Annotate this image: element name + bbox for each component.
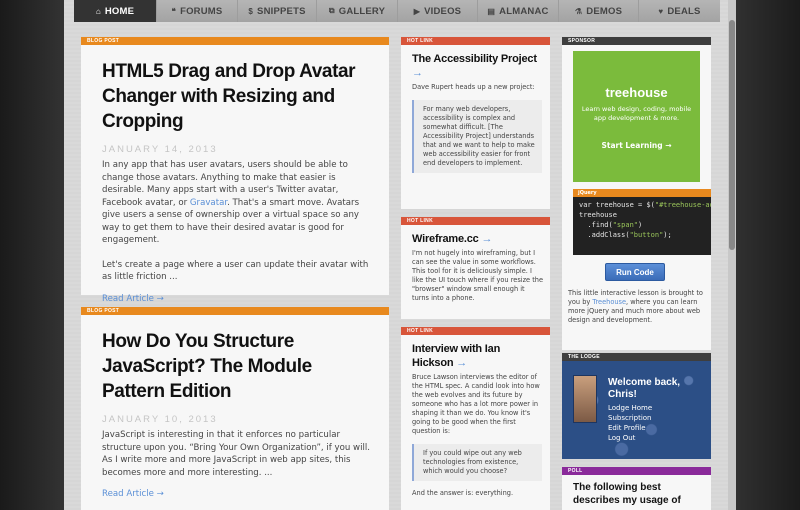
poll-question: The following best describes my usage of: [573, 482, 681, 506]
nav-snippets[interactable]: $ Snippets: [238, 0, 317, 22]
treehouse-ad[interactable]: treehouse Learn web design, coding, mobi…: [573, 51, 700, 182]
code-sample: jQuery var treehouse = $("#treehouse-ad"…: [573, 189, 711, 255]
sponsor-card: Sponsor treehouse Learn web design, codi…: [562, 37, 711, 350]
post-excerpt: JavaScript is interesting in that it enf…: [81, 425, 389, 479]
snippets-icon: $: [248, 6, 254, 16]
start-learning-link[interactable]: Start Learning →: [573, 141, 700, 150]
nav-label: Snippets: [257, 5, 306, 17]
run-code-button[interactable]: Run Code: [605, 263, 665, 281]
hot-link-label: Hot Link: [401, 327, 550, 335]
nav-home[interactable]: ⌂ Home: [74, 0, 157, 22]
subscription-link[interactable]: Subscription: [608, 413, 652, 423]
almanac-icon: ▤: [487, 6, 496, 16]
window-bezel-left: [0, 0, 64, 510]
code-sample-label: jQuery: [573, 189, 711, 197]
avatar: [573, 375, 597, 423]
main-nav: ⌂ Home ❝ Forums $ Snippets ⧉ Gallery ▶ Videos…: [74, 0, 720, 22]
edit-profile-link[interactable]: Edit Profile: [608, 423, 652, 433]
treehouse-logo: treehouse: [605, 85, 668, 100]
post-title[interactable]: HTML5 Drag and Drop Avatar Changer with …: [81, 45, 389, 134]
hot-link-label: Hot Link: [401, 217, 550, 225]
hot-links-column: Hot Link The Accessibility Project → Dav…: [401, 37, 550, 510]
demos-icon: ⚗: [574, 6, 583, 16]
scrollbar-thumb[interactable]: [729, 20, 735, 250]
arrow-right-icon: →: [456, 357, 468, 369]
post-date: January 10, 2013: [102, 414, 218, 425]
gravatar-link[interactable]: Gravatar: [190, 198, 227, 208]
hot-link-title[interactable]: Wireframe.cc →: [401, 225, 550, 246]
home-icon: ⌂: [95, 6, 101, 16]
hot-link-card: Hot Link Interview with Ian Hickson → Br…: [401, 327, 550, 510]
blockquote: For many web developers, accessibility i…: [412, 100, 542, 173]
nav-almanac[interactable]: ▤ Almanac: [478, 0, 559, 22]
lodge-links: Lodge Home Subscription Edit Profile Log…: [608, 403, 652, 443]
welcome-message: Welcome back, Chris!: [608, 377, 681, 400]
lodge-home-link[interactable]: Lodge Home: [608, 403, 652, 413]
arrow-right-icon: →: [481, 233, 493, 245]
blog-post-label: Blog Post: [81, 307, 389, 315]
excerpt-text: JavaScript is interesting in that it enf…: [102, 430, 370, 478]
nav-label: Gallery: [338, 5, 386, 17]
sidebar: Sponsor treehouse Learn web design, codi…: [562, 37, 711, 510]
main-column: Blog Post HTML5 Drag and Drop Avatar Cha…: [81, 37, 389, 510]
post-excerpt: In any app that has user avatars, users …: [81, 155, 389, 284]
post-title[interactable]: How Do You Structure JavaScript? The Mod…: [81, 315, 389, 404]
hot-link-text: I'm not hugely into wireframing, but I c…: [412, 249, 544, 302]
log-out-link[interactable]: Log Out: [608, 433, 652, 443]
excerpt-text: Let's create a page where a user can upd…: [102, 259, 369, 283]
lodge-panel: Welcome back, Chris! Lodge Home Subscrip…: [562, 361, 711, 459]
treehouse-link[interactable]: Treehouse: [592, 298, 626, 306]
hot-link-label: Hot Link: [401, 37, 550, 45]
poll-label: Poll: [562, 467, 711, 475]
videos-icon: ▶: [413, 6, 421, 16]
nav-label: Deals: [667, 5, 701, 17]
nav-videos[interactable]: ▶ Videos: [398, 0, 478, 22]
gallery-icon: ⧉: [328, 6, 335, 15]
nav-label: Forums: [180, 5, 223, 17]
nav-gallery[interactable]: ⧉ Gallery: [317, 0, 398, 22]
blog-post-card: Blog Post HTML5 Drag and Drop Avatar Cha…: [81, 37, 389, 304]
hot-link-title[interactable]: The Accessibility Project →: [401, 45, 550, 80]
treehouse-tagline: Learn web design, coding, mobile app dev…: [581, 105, 692, 122]
nav-forums[interactable]: ❝ Forums: [157, 0, 238, 22]
lodge-label: The Lodge: [562, 353, 711, 361]
code-lines: var treehouse = $("#treehouse-ad" treeho…: [579, 201, 711, 239]
window-bezel-right: [728, 0, 800, 510]
nav-label: Demos: [586, 5, 623, 17]
forums-icon: ❝: [171, 6, 177, 16]
sponsor-label: Sponsor: [562, 37, 711, 45]
post-date: January 14, 2013: [102, 144, 218, 155]
poll-card: Poll The following best describes my usa…: [562, 467, 711, 510]
nav-deals[interactable]: ♥ Deals: [639, 0, 720, 22]
nav-label: Almanac: [499, 5, 549, 17]
read-article-link[interactable]: Read Article →: [81, 479, 389, 510]
blockquote: If you could wipe out any web technologi…: [412, 444, 542, 481]
hot-link-text: Bruce Lawson interviews the editor of th…: [412, 373, 540, 435]
arrow-right-icon: →: [412, 67, 423, 79]
sponsor-text: This little interactive lesson is brough…: [568, 289, 703, 324]
deals-icon: ♥: [658, 6, 664, 16]
page-scrollbar[interactable]: [728, 0, 736, 510]
nav-demos[interactable]: ⚗ Demos: [559, 0, 639, 22]
hot-link-text: Dave Rupert heads up a new project:: [412, 83, 535, 91]
blog-post-label: Blog Post: [81, 37, 389, 45]
hot-link-text: And the answer is: everything.: [412, 489, 514, 497]
nav-label: Videos: [424, 5, 462, 17]
hot-link-card: Hot Link The Accessibility Project → Dav…: [401, 37, 550, 209]
blog-post-card: Blog Post How Do You Structure JavaScrip…: [81, 307, 389, 510]
lodge-card: The Lodge Welcome back, Chris! Lodge Hom…: [562, 353, 711, 459]
hot-link-title[interactable]: Interview with Ian Hickson →: [401, 335, 550, 370]
nav-label: Home: [104, 5, 135, 17]
hot-link-card: Hot Link Wireframe.cc → I'm not hugely i…: [401, 217, 550, 319]
page-viewport: ⌂ Home ❝ Forums $ Snippets ⧉ Gallery ▶ Videos…: [64, 0, 728, 510]
